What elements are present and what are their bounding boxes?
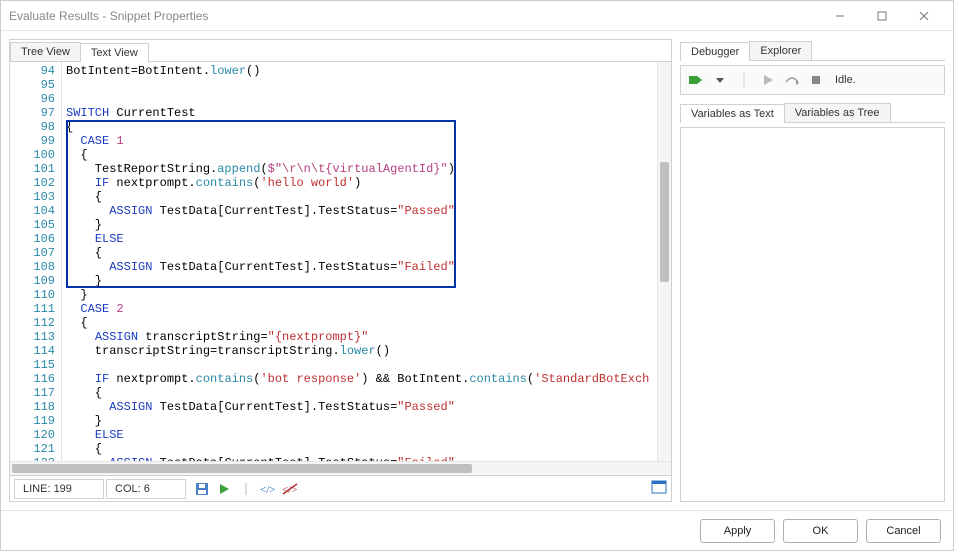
dropdown-icon[interactable] <box>711 71 729 89</box>
step-over-icon[interactable] <box>783 71 801 89</box>
tab-variables-text[interactable]: Variables as Text <box>680 104 785 123</box>
play-icon[interactable] <box>759 71 777 89</box>
tab-debugger[interactable]: Debugger <box>680 42 750 61</box>
save-icon[interactable] <box>194 481 210 497</box>
main-area: Tree View Text View 94959697989910010110… <box>9 39 945 502</box>
stop-icon[interactable] <box>807 71 825 89</box>
step-icon[interactable] <box>687 71 705 89</box>
footer: Apply OK Cancel <box>1 510 953 550</box>
line-gutter: 9495969798991001011021031041051061071081… <box>10 62 62 461</box>
code-text[interactable]: BotIntent=BotIntent.lower() SWITCH Curre… <box>62 62 671 461</box>
close-button[interactable] <box>903 2 945 30</box>
tab-variables-tree[interactable]: Variables as Tree <box>784 103 891 122</box>
left-pane: Tree View Text View 94959697989910010110… <box>9 39 672 502</box>
maximize-button[interactable] <box>861 2 903 30</box>
horizontal-scroll-thumb[interactable] <box>12 464 472 473</box>
right-tabs: Debugger Explorer <box>680 39 945 61</box>
window: Evaluate Results - Snippet Properties Tr… <box>0 0 954 551</box>
divider-icon <box>238 481 254 497</box>
titlebar: Evaluate Results - Snippet Properties <box>1 1 953 31</box>
code-disabled-icon[interactable]: </> <box>282 481 298 497</box>
status-col: COL: 6 <box>106 479 186 499</box>
debugger-toolbar: Idle. <box>680 65 945 95</box>
status-line: LINE: 199 <box>14 479 104 499</box>
apply-button[interactable]: Apply <box>700 519 775 543</box>
divider-icon <box>735 71 753 89</box>
content: Tree View Text View 94959697989910010110… <box>1 31 953 510</box>
status-bar: LINE: 199 COL: 6 </> </> <box>10 475 671 501</box>
tab-tree-view[interactable]: Tree View <box>10 42 81 61</box>
svg-text:</>: </> <box>260 484 275 496</box>
cancel-button[interactable]: Cancel <box>866 519 941 543</box>
ok-button[interactable]: OK <box>783 519 858 543</box>
right-pane: Debugger Explorer Idle. Variables as Tex… <box>680 39 945 502</box>
window-icon[interactable] <box>651 480 667 497</box>
run-icon[interactable] <box>216 481 232 497</box>
code-editor[interactable]: 9495969798991001011021031041051061071081… <box>10 62 671 461</box>
variables-panel[interactable] <box>680 127 945 502</box>
tab-explorer[interactable]: Explorer <box>749 41 812 60</box>
view-tabs: Tree View Text View <box>10 40 671 62</box>
vertical-scrollbar[interactable] <box>657 62 671 461</box>
window-title: Evaluate Results - Snippet Properties <box>9 9 819 23</box>
horizontal-scrollbar[interactable] <box>10 461 671 475</box>
code-tag-icon[interactable]: </> <box>260 481 276 497</box>
minimize-button[interactable] <box>819 2 861 30</box>
variables-tabs: Variables as Text Variables as Tree <box>680 101 945 123</box>
status-icons: </> </> <box>188 481 298 497</box>
vertical-scroll-thumb[interactable] <box>660 162 669 282</box>
tab-text-view[interactable]: Text View <box>80 43 149 62</box>
debugger-status: Idle. <box>835 74 856 86</box>
